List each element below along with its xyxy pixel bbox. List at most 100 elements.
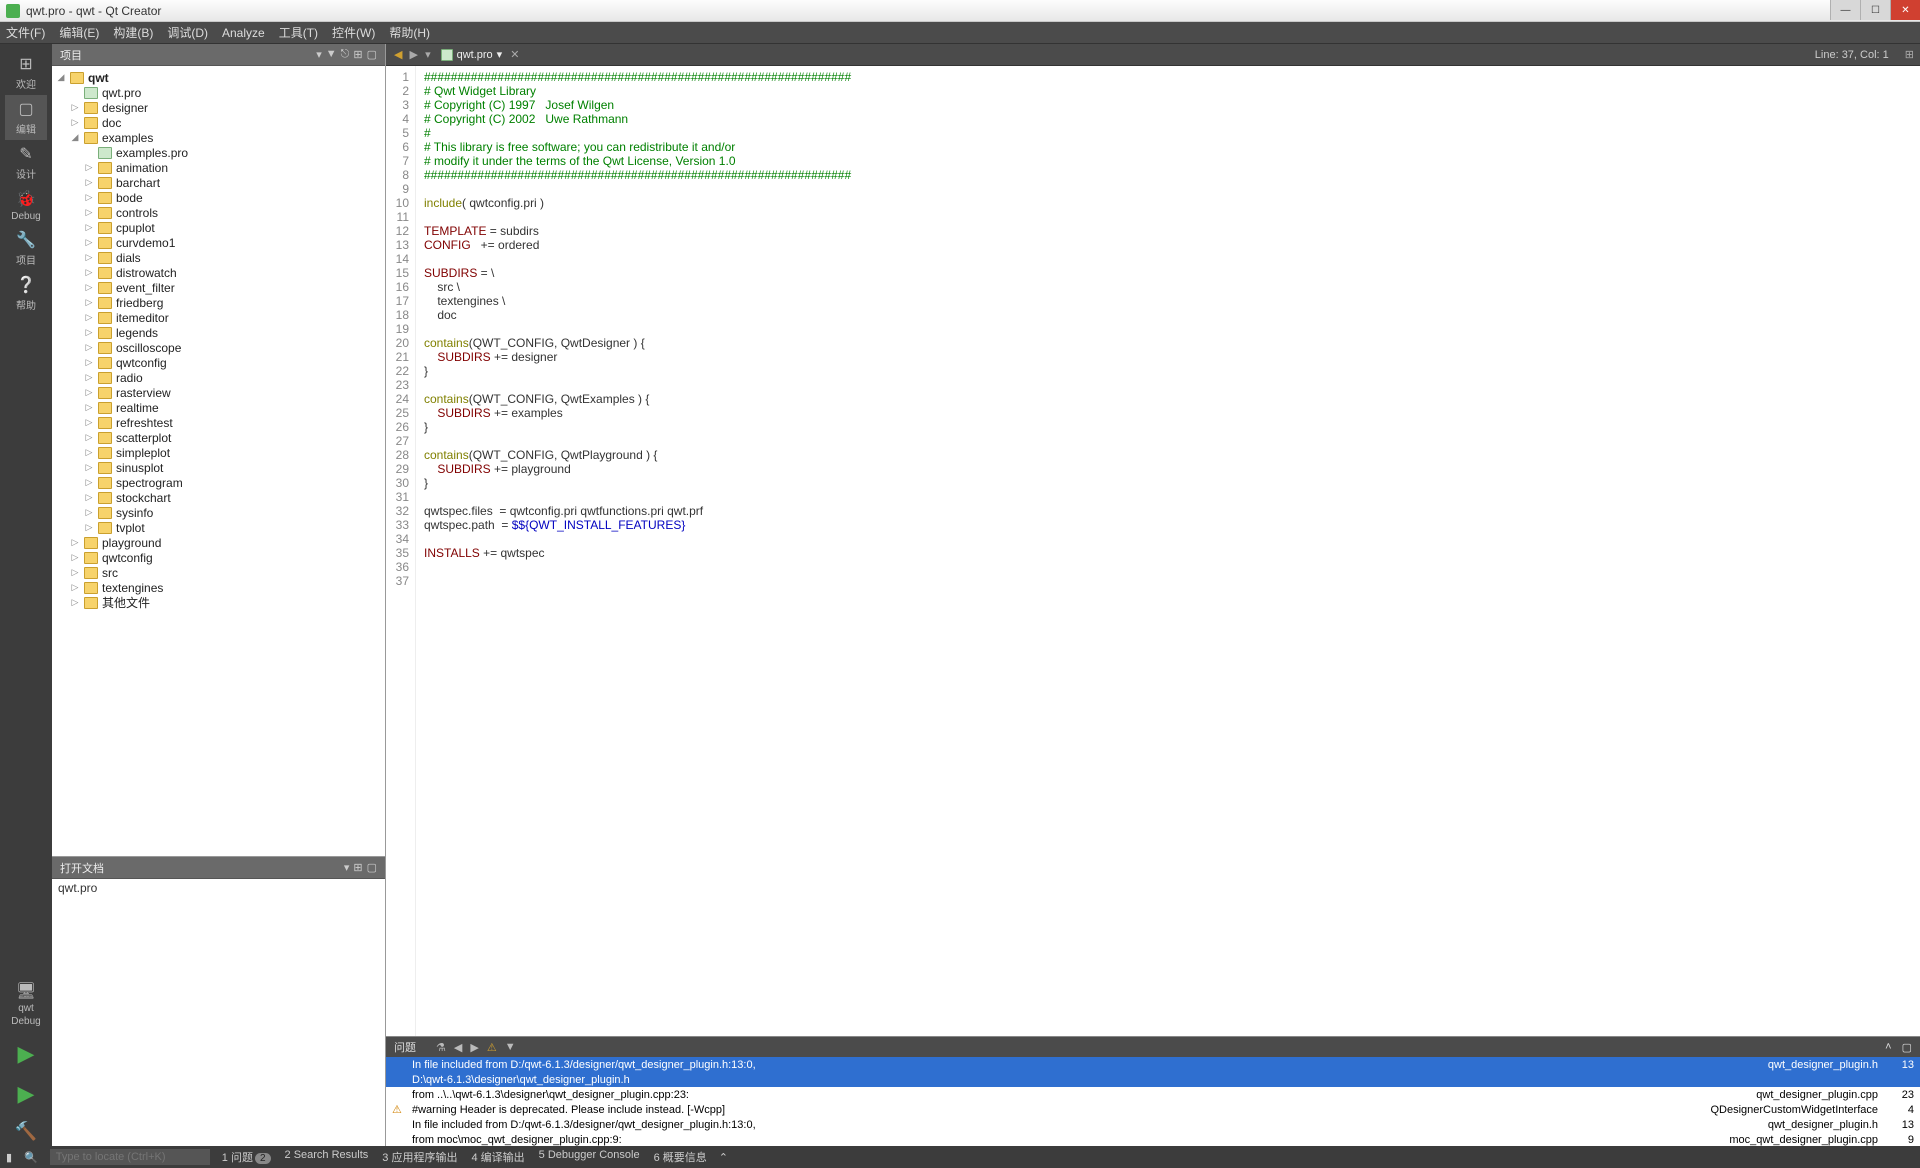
prev-issue-icon[interactable]: ◀: [454, 1041, 462, 1054]
menu-item[interactable]: Analyze: [222, 26, 265, 40]
expand-icon[interactable]: ▷: [84, 342, 94, 353]
minimize-button[interactable]: —: [1830, 0, 1860, 20]
tree-node[interactable]: ◢qwt: [52, 70, 385, 85]
tree-node[interactable]: ▷oscilloscope: [52, 340, 385, 355]
output-tab[interactable]: 6 概要信息: [654, 1149, 707, 1165]
tree-node[interactable]: ▷doc: [52, 115, 385, 130]
expand-icon[interactable]: ▷: [84, 237, 94, 248]
mode-button-帮助[interactable]: ❔帮助: [5, 271, 47, 316]
filter-icon[interactable]: ▼: [326, 48, 337, 61]
expand-icon[interactable]: ◢: [70, 132, 80, 143]
kit-selector[interactable]: 🖥 qwt Debug: [5, 977, 47, 1031]
expand-icon[interactable]: ▷: [84, 492, 94, 503]
nav-fwd-icon[interactable]: ▶: [408, 49, 420, 61]
code-editor[interactable]: 1234567891011121314151617181920212223242…: [386, 66, 1920, 1036]
more-icon[interactable]: ⌃: [719, 1151, 728, 1164]
output-tab[interactable]: 5 Debugger Console: [539, 1149, 640, 1165]
expand-icon[interactable]: ▷: [84, 207, 94, 218]
toggle-sidebar-icon[interactable]: ▮: [6, 1151, 12, 1164]
tree-node[interactable]: ▷distrowatch: [52, 265, 385, 280]
issue-row[interactable]: from ..\..\qwt-6.1.3\designer\qwt_design…: [386, 1087, 1920, 1102]
expand-icon[interactable]: ▷: [84, 222, 94, 233]
expand-icon[interactable]: ▷: [84, 357, 94, 368]
expand-icon[interactable]: ▷: [84, 447, 94, 458]
expand-icon[interactable]: ▷: [84, 312, 94, 323]
issues-list[interactable]: In file included from D:/qwt-6.1.3/desig…: [386, 1057, 1920, 1146]
expand-icon[interactable]: ▷: [84, 432, 94, 443]
maximize-button[interactable]: ☐: [1860, 0, 1890, 20]
expand-icon[interactable]: ◢: [56, 72, 66, 83]
link-icon[interactable]: ⎋: [341, 48, 350, 61]
menu-item[interactable]: 编辑(E): [59, 24, 99, 41]
tree-node[interactable]: ▷legends: [52, 325, 385, 340]
tree-node[interactable]: ▷src: [52, 565, 385, 580]
editor-tab[interactable]: qwt.pro ▾: [441, 48, 503, 61]
menu-item[interactable]: 工具(T): [279, 24, 318, 41]
tree-node[interactable]: ▷sysinfo: [52, 505, 385, 520]
funnel-icon[interactable]: ⚗: [436, 1041, 446, 1054]
expand-icon[interactable]: ▷: [84, 267, 94, 278]
close-panel-icon[interactable]: ▢: [367, 861, 377, 874]
issue-row[interactable]: from moc\moc_qwt_designer_plugin.cpp:9:m…: [386, 1132, 1920, 1146]
collapse-icon[interactable]: ˄: [1885, 1041, 1891, 1053]
tree-node[interactable]: ▷animation: [52, 160, 385, 175]
filter-icon[interactable]: ▼: [505, 1041, 516, 1054]
tree-node[interactable]: ▷refreshtest: [52, 415, 385, 430]
expand-icon[interactable]: ▷: [84, 417, 94, 428]
expand-icon[interactable]: ▷: [70, 552, 80, 563]
expand-icon[interactable]: ▷: [84, 402, 94, 413]
tree-node[interactable]: ▷scatterplot: [52, 430, 385, 445]
open-doc-item[interactable]: qwt.pro: [58, 881, 379, 895]
locator-input[interactable]: [50, 1149, 210, 1165]
project-tree[interactable]: ◢qwtqwt.pro▷designer▷doc◢examplesexample…: [52, 66, 385, 856]
tree-node[interactable]: ▷controls: [52, 205, 385, 220]
dropdown-icon[interactable]: ▾: [344, 861, 350, 874]
issue-row[interactable]: In file included from D:/qwt-6.1.3/desig…: [386, 1057, 1920, 1072]
tree-node[interactable]: ▷rasterview: [52, 385, 385, 400]
nav-menu-icon[interactable]: ▾: [423, 49, 433, 61]
warn-icon[interactable]: ⚠: [487, 1041, 497, 1054]
expand-icon[interactable]: ▷: [70, 597, 80, 608]
expand-icon[interactable]: ▷: [84, 522, 94, 533]
tree-node[interactable]: ▷radio: [52, 370, 385, 385]
tree-node[interactable]: ◢examples: [52, 130, 385, 145]
open-docs-list[interactable]: qwt.pro: [52, 879, 385, 1146]
expand-icon[interactable]: ▷: [70, 567, 80, 578]
expand-icon[interactable]: ▷: [84, 162, 94, 173]
mode-button-Debug[interactable]: 🐞Debug: [5, 185, 47, 226]
tree-node[interactable]: examples.pro: [52, 145, 385, 160]
expand-icon[interactable]: ▷: [70, 537, 80, 548]
build-button[interactable]: 🔨: [5, 1117, 47, 1146]
mode-button-设计[interactable]: ✎设计: [5, 140, 47, 185]
expand-icon[interactable]: ▷: [84, 462, 94, 473]
code-area[interactable]: ########################################…: [416, 66, 1920, 1036]
expand-icon[interactable]: ▷: [84, 372, 94, 383]
dropdown-icon[interactable]: ▾: [316, 48, 322, 61]
tab-dropdown-icon[interactable]: ▾: [497, 48, 503, 61]
expand-icon[interactable]: ▷: [84, 252, 94, 263]
issue-row[interactable]: D:\qwt-6.1.3\designer\qwt_designer_plugi…: [386, 1072, 1920, 1087]
expand-icon[interactable]: ▷: [84, 477, 94, 488]
close-button[interactable]: ✕: [1890, 0, 1920, 20]
close-issues-icon[interactable]: ▢: [1902, 1041, 1912, 1054]
tree-node[interactable]: ▷playground: [52, 535, 385, 550]
tree-node[interactable]: ▷其他文件: [52, 595, 385, 610]
tree-node[interactable]: ▷textengines: [52, 580, 385, 595]
expand-icon[interactable]: ▷: [84, 327, 94, 338]
expand-icon[interactable]: ▷: [84, 507, 94, 518]
tree-node[interactable]: ▷spectrogram: [52, 475, 385, 490]
expand-icon[interactable]: ▷: [84, 297, 94, 308]
mode-button-编辑[interactable]: ▢编辑: [5, 95, 47, 140]
expand-icon[interactable]: ▷: [84, 192, 94, 203]
tree-node[interactable]: ▷curvdemo1: [52, 235, 385, 250]
menu-item[interactable]: 文件(F): [6, 24, 45, 41]
mode-button-项目[interactable]: 🔧项目: [5, 226, 47, 271]
expand-icon[interactable]: ▷: [84, 282, 94, 293]
split-editor-icon[interactable]: ⊞: [1905, 48, 1914, 61]
tree-node[interactable]: ▷qwtconfig: [52, 550, 385, 565]
tree-node[interactable]: ▷cpuplot: [52, 220, 385, 235]
next-issue-icon[interactable]: ▶: [470, 1041, 478, 1054]
expand-icon[interactable]: ▷: [84, 177, 94, 188]
menu-item[interactable]: 调试(D): [167, 24, 208, 41]
menu-item[interactable]: 构建(B): [113, 24, 153, 41]
